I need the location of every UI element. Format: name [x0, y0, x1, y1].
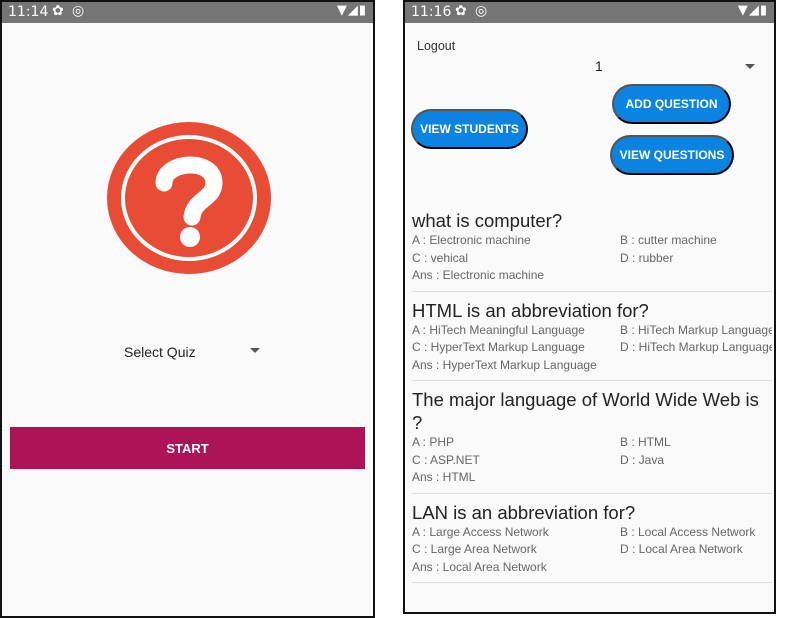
answer-text: Ans : HyperText Markup Language — [412, 357, 597, 372]
status-time: 11:14 — [8, 4, 49, 20]
option-c: C : Large Area Network — [412, 542, 537, 556]
question-mark-icon — [107, 122, 271, 274]
signal-icon: ◢ — [748, 3, 760, 18]
answer-text: Ans : Electronic machine — [412, 268, 545, 282]
option-d: D : HiTech Markup Language — [620, 340, 772, 354]
add-question-button[interactable]: ADD QUESTION — [612, 84, 731, 124]
question-text: The major language of World Wide Web is … — [412, 389, 759, 433]
wifi-icon: ▼ — [737, 3, 749, 18]
option-b: B : HiTech Markup Language — [620, 322, 772, 337]
vpn-icon: ◎ — [475, 3, 488, 19]
option-a: A : Electronic machine — [412, 233, 531, 247]
list-item: The major language of World Wide Web is … — [412, 388, 772, 494]
option-d: D : Local Area Network — [620, 542, 743, 556]
option-d: D : Java — [620, 452, 665, 467]
status-bar: 11:14 ✿ ◎ ▼◢▮ — [2, 2, 373, 23]
option-b: B : cutter machine — [620, 233, 717, 247]
battery-icon: ▮ — [358, 3, 367, 18]
quiz-select-dropdown[interactable]: Select Quiz — [120, 340, 260, 366]
gear-icon: ✿ — [52, 3, 64, 19]
view-questions-button[interactable]: VIEW QUESTIONS — [610, 135, 734, 175]
view-students-button[interactable]: VIEW STUDENTS — [411, 109, 528, 149]
status-bar: 11:16 ✿ ◎ ▼◢▮ — [405, 2, 774, 23]
vpn-icon: ◎ — [72, 3, 85, 19]
list-item: HTML is an abbreviation for? A : HiTech … — [412, 299, 772, 381]
teacher-question-screen: 11:16 ✿ ◎ ▼◢▮ Logout 1 VIEW STUDENTS ADD… — [403, 0, 776, 614]
option-c: C : ASP.NET — [412, 452, 480, 467]
option-b: B : HTML — [620, 435, 671, 449]
logout-link[interactable]: Logout — [417, 39, 455, 53]
quiz-number-dropdown[interactable]: 1 — [595, 56, 755, 78]
option-c: C : vehical — [412, 250, 469, 265]
option-b: B : Local Access Network — [620, 524, 756, 539]
question-text: LAN is an abbreviation for? — [412, 501, 636, 523]
option-a: A : Large Access Network — [412, 524, 549, 539]
question-list: what is computer? A : Electronic machine… — [412, 209, 772, 590]
dropdown-arrow-icon — [250, 348, 260, 353]
list-item: LAN is an abbreviation for? A : Large Ac… — [412, 501, 772, 583]
quiz-select-value: Select Quiz — [124, 344, 196, 360]
dropdown-arrow-icon — [745, 64, 755, 69]
answer-text: Ans : Local Area Network — [412, 559, 547, 574]
answer-text: Ans : HTML — [412, 470, 476, 484]
question-text: HTML is an abbreviation for? — [412, 299, 649, 321]
gear-icon: ✿ — [455, 3, 467, 19]
signal-icon: ◢ — [347, 3, 359, 18]
option-a: A : HiTech Meaningful Language — [412, 322, 585, 337]
question-text: what is computer? — [412, 210, 563, 231]
option-a: A : PHP — [412, 435, 455, 449]
quiz-number-value: 1 — [595, 58, 603, 74]
start-button[interactable]: START — [10, 427, 365, 469]
student-quiz-screen: 11:14 ✿ ◎ ▼◢▮ Select Quiz START — [0, 0, 375, 618]
battery-icon: ▮ — [759, 3, 768, 18]
wifi-icon: ▼ — [336, 3, 348, 18]
option-d: D : rubber — [620, 250, 674, 265]
status-time: 11:16 — [411, 4, 452, 20]
list-item: what is computer? A : Electronic machine… — [412, 209, 772, 292]
option-c: C : HyperText Markup Language — [412, 340, 585, 354]
